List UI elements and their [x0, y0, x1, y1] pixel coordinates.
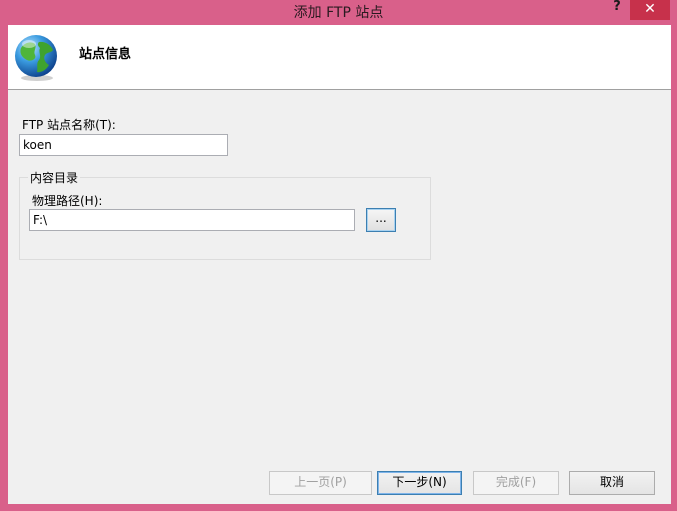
dialog-client-area: 站点信息 FTP 站点名称(T): 内容目录 物理路径(H): ... 上一页(… [8, 25, 671, 504]
globe-icon [15, 35, 57, 81]
title-bar[interactable]: 添加 FTP 站点 ? ✕ [0, 0, 677, 25]
previous-button[interactable]: 上一页(P) [269, 471, 372, 495]
browse-button[interactable]: ... [366, 208, 396, 232]
close-button[interactable]: ✕ [630, 0, 670, 20]
physical-path-label: 物理路径(H): [32, 194, 103, 208]
site-name-input[interactable] [19, 134, 228, 156]
cancel-button[interactable]: 取消 [569, 471, 655, 495]
page-title: 站点信息 [79, 47, 132, 62]
site-name-label: FTP 站点名称(T): [22, 118, 116, 132]
content-directory-legend: 内容目录 [28, 169, 81, 186]
finish-button[interactable]: 完成(F) [473, 471, 559, 495]
next-button[interactable]: 下一步(N) [377, 471, 462, 495]
wizard-header: 站点信息 [8, 25, 671, 90]
help-button[interactable]: ? [606, 0, 628, 20]
physical-path-input[interactable] [29, 209, 355, 231]
window-title: 添加 FTP 站点 [293, 5, 384, 21]
add-ftp-site-dialog: 添加 FTP 站点 ? ✕ 站点信息 FTP 站点名称(T): koen 内容目… [0, 0, 677, 511]
